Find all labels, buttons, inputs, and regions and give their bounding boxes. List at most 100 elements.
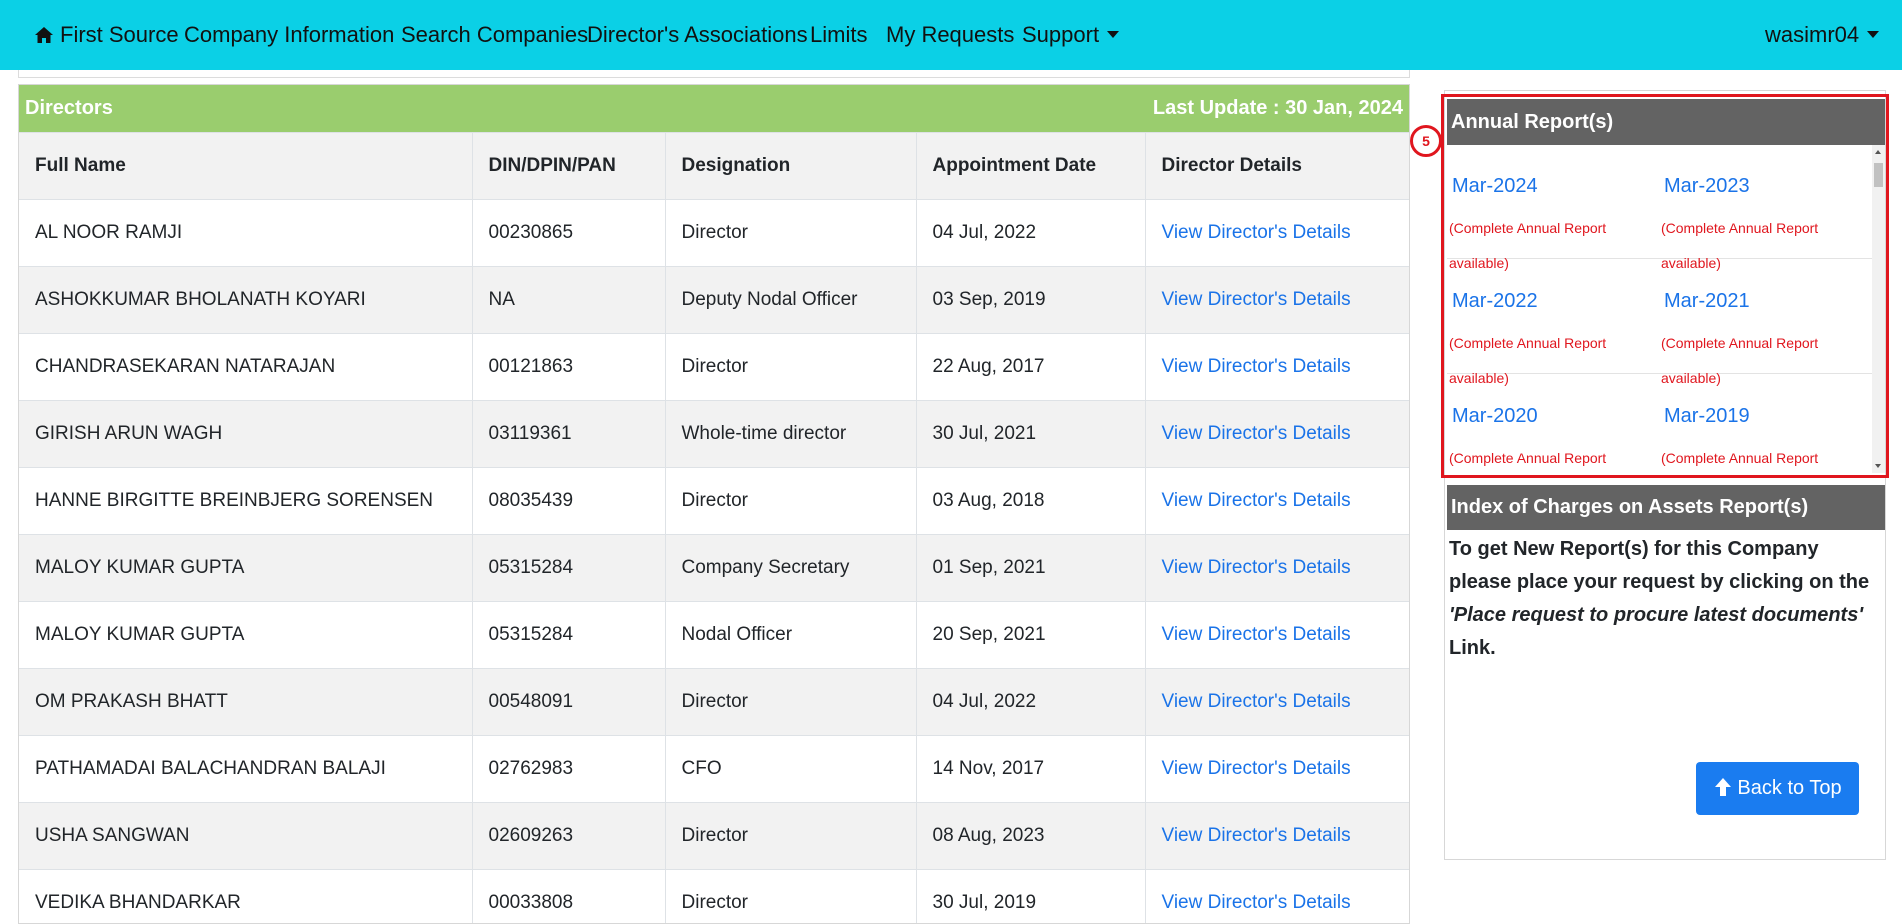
annual-report-link[interactable]: Mar-2022 bbox=[1452, 290, 1538, 313]
view-director-details-link[interactable]: View Director's Details bbox=[1145, 334, 1410, 401]
appointment-date: 14 Nov, 2017 bbox=[916, 736, 1145, 803]
column-header: Director Details bbox=[1145, 133, 1410, 200]
table-row: ASHOKKUMAR BHOLANATH KOYARINADeputy Noda… bbox=[19, 267, 1410, 334]
chevron-down-icon bbox=[1867, 31, 1879, 38]
directors-table: Full Name DIN/DPIN/PAN Designation Appoi… bbox=[19, 132, 1410, 924]
charges-instructions: To get New Report(s) for this Company pl… bbox=[1449, 533, 1875, 665]
view-director-details-link[interactable]: View Director's Details bbox=[1145, 803, 1410, 870]
scroll-up-icon[interactable] bbox=[1875, 150, 1881, 154]
director-name: AL NOOR RAMJI bbox=[19, 200, 472, 267]
table-row: HANNE BIRGITTE BREINBJERG SORENSEN080354… bbox=[19, 468, 1410, 535]
scroll-down-icon[interactable] bbox=[1875, 464, 1881, 468]
view-director-details-link[interactable]: View Director's Details bbox=[1145, 669, 1410, 736]
table-header-row: Full Name DIN/DPIN/PAN Designation Appoi… bbox=[19, 133, 1410, 200]
table-row: OM PRAKASH BHATT00548091Director04 Jul, … bbox=[19, 669, 1410, 736]
arrow-up-icon bbox=[1713, 765, 1733, 818]
chevron-down-icon bbox=[1107, 31, 1119, 38]
view-director-details-link[interactable]: View Director's Details bbox=[1145, 468, 1410, 535]
view-director-details-link[interactable]: View Director's Details bbox=[1145, 200, 1410, 267]
charges-text-end: Link. bbox=[1449, 637, 1496, 659]
table-row: AL NOOR RAMJI00230865Director04 Jul, 202… bbox=[19, 200, 1410, 267]
director-name: HANNE BIRGITTE BREINBJERG SORENSEN bbox=[19, 468, 472, 535]
director-din: 05315284 bbox=[472, 602, 665, 669]
nav-company-information[interactable]: Company Information bbox=[184, 0, 394, 70]
annual-report-row: Mar-2024(Complete Annual Report availabl… bbox=[1447, 145, 1872, 259]
previous-panel-edge bbox=[18, 70, 1410, 78]
director-din: 02609263 bbox=[472, 803, 665, 870]
appointment-date: 04 Jul, 2022 bbox=[916, 669, 1145, 736]
annotation-badge: 5 bbox=[1410, 125, 1442, 157]
director-designation: Company Secretary bbox=[665, 535, 916, 602]
nav-my-requests[interactable]: My Requests bbox=[886, 0, 1014, 70]
nav-directors-associations[interactable]: Director's Associations bbox=[587, 0, 808, 70]
director-designation: Director bbox=[665, 200, 916, 267]
director-din: 08035439 bbox=[472, 468, 665, 535]
appointment-date: 03 Aug, 2018 bbox=[916, 468, 1145, 535]
nav-support-label: Support bbox=[1022, 22, 1099, 47]
director-designation: Nodal Officer bbox=[665, 602, 916, 669]
directors-title: Directors bbox=[25, 85, 113, 132]
home-icon bbox=[34, 2, 54, 72]
charges-link-reference: 'Place request to procure latest documen… bbox=[1449, 604, 1863, 626]
director-din: 00230865 bbox=[472, 200, 665, 267]
director-designation: Deputy Nodal Officer bbox=[665, 267, 916, 334]
director-designation: Whole-time director bbox=[665, 401, 916, 468]
director-name: PATHAMADAI BALACHANDRAN BALAJI bbox=[19, 736, 472, 803]
director-din: 03119361 bbox=[472, 401, 665, 468]
director-name: ASHOKKUMAR BHOLANATH KOYARI bbox=[19, 267, 472, 334]
table-row: MALOY KUMAR GUPTA05315284Nodal Officer20… bbox=[19, 602, 1410, 669]
director-designation: CFO bbox=[665, 736, 916, 803]
back-to-top-label: Back to Top bbox=[1737, 777, 1841, 799]
back-to-top-button[interactable]: Back to Top bbox=[1696, 762, 1859, 815]
table-row: PATHAMADAI BALACHANDRAN BALAJI02762983CF… bbox=[19, 736, 1410, 803]
appointment-date: 22 Aug, 2017 bbox=[916, 334, 1145, 401]
table-row: GIRISH ARUN WAGH03119361Whole-time direc… bbox=[19, 401, 1410, 468]
nav-first-source[interactable]: First Source bbox=[34, 0, 179, 70]
user-menu-dropdown[interactable]: wasimr04 bbox=[1765, 0, 1879, 70]
view-director-details-link[interactable]: View Director's Details bbox=[1145, 267, 1410, 334]
last-update-text: Last Update : 30 Jan, 2024 bbox=[1153, 85, 1403, 132]
directors-panel-header: Directors Last Update : 30 Jan, 2024 bbox=[19, 85, 1409, 132]
director-din: 00121863 bbox=[472, 334, 665, 401]
appointment-date: 08 Aug, 2023 bbox=[916, 803, 1145, 870]
director-name: MALOY KUMAR GUPTA bbox=[19, 535, 472, 602]
table-row: USHA SANGWAN02609263Director08 Aug, 2023… bbox=[19, 803, 1410, 870]
column-header: Appointment Date bbox=[916, 133, 1145, 200]
top-navbar: First Source Company Information Search … bbox=[0, 0, 1902, 70]
appointment-date: 30 Jul, 2021 bbox=[916, 401, 1145, 468]
nav-limits[interactable]: Limits bbox=[810, 0, 867, 70]
column-header: Designation bbox=[665, 133, 916, 200]
annual-report-link[interactable]: Mar-2024 bbox=[1452, 175, 1538, 198]
view-director-details-link[interactable]: View Director's Details bbox=[1145, 401, 1410, 468]
annual-report-availability: (Complete Annual Report bbox=[1661, 441, 1861, 473]
director-designation: Director bbox=[665, 669, 916, 736]
director-name: OM PRAKASH BHATT bbox=[19, 669, 472, 736]
annual-reports-scrollbar[interactable] bbox=[1872, 145, 1885, 473]
annual-report-row: Mar-2022(Complete Annual Report availabl… bbox=[1447, 260, 1872, 374]
nav-support-dropdown[interactable]: Support bbox=[1022, 0, 1119, 70]
annual-report-availability: (Complete Annual Report bbox=[1449, 441, 1649, 473]
director-din: NA bbox=[472, 267, 665, 334]
charges-text-start: To get New Report(s) for this Company pl… bbox=[1449, 538, 1869, 593]
annual-report-link[interactable]: Mar-2023 bbox=[1664, 175, 1750, 198]
appointment-date: 20 Sep, 2021 bbox=[916, 602, 1145, 669]
annual-reports-list[interactable]: Mar-2024(Complete Annual Report availabl… bbox=[1447, 145, 1872, 473]
nav-search-companies[interactable]: Search Companies bbox=[401, 0, 588, 70]
annual-report-link[interactable]: Mar-2019 bbox=[1664, 405, 1750, 428]
column-header: Full Name bbox=[19, 133, 472, 200]
director-din: 05315284 bbox=[472, 535, 665, 602]
scroll-thumb[interactable] bbox=[1874, 163, 1883, 187]
annual-report-link[interactable]: Mar-2020 bbox=[1452, 405, 1538, 428]
view-director-details-link[interactable]: View Director's Details bbox=[1145, 736, 1410, 803]
view-director-details-link[interactable]: View Director's Details bbox=[1145, 602, 1410, 669]
view-director-details-link[interactable]: View Director's Details bbox=[1145, 535, 1410, 602]
director-name: USHA SANGWAN bbox=[19, 803, 472, 870]
appointment-date: 01 Sep, 2021 bbox=[916, 535, 1145, 602]
annual-report-link[interactable]: Mar-2021 bbox=[1664, 290, 1750, 313]
appointment-date: 03 Sep, 2019 bbox=[916, 267, 1145, 334]
director-designation: Director bbox=[665, 468, 916, 535]
table-row: CHANDRASEKARAN NATARAJAN00121863Director… bbox=[19, 334, 1410, 401]
table-row: MALOY KUMAR GUPTA05315284Company Secreta… bbox=[19, 535, 1410, 602]
column-header: DIN/DPIN/PAN bbox=[472, 133, 665, 200]
charges-report-header: Index of Charges on Assets Report(s) bbox=[1447, 485, 1885, 530]
